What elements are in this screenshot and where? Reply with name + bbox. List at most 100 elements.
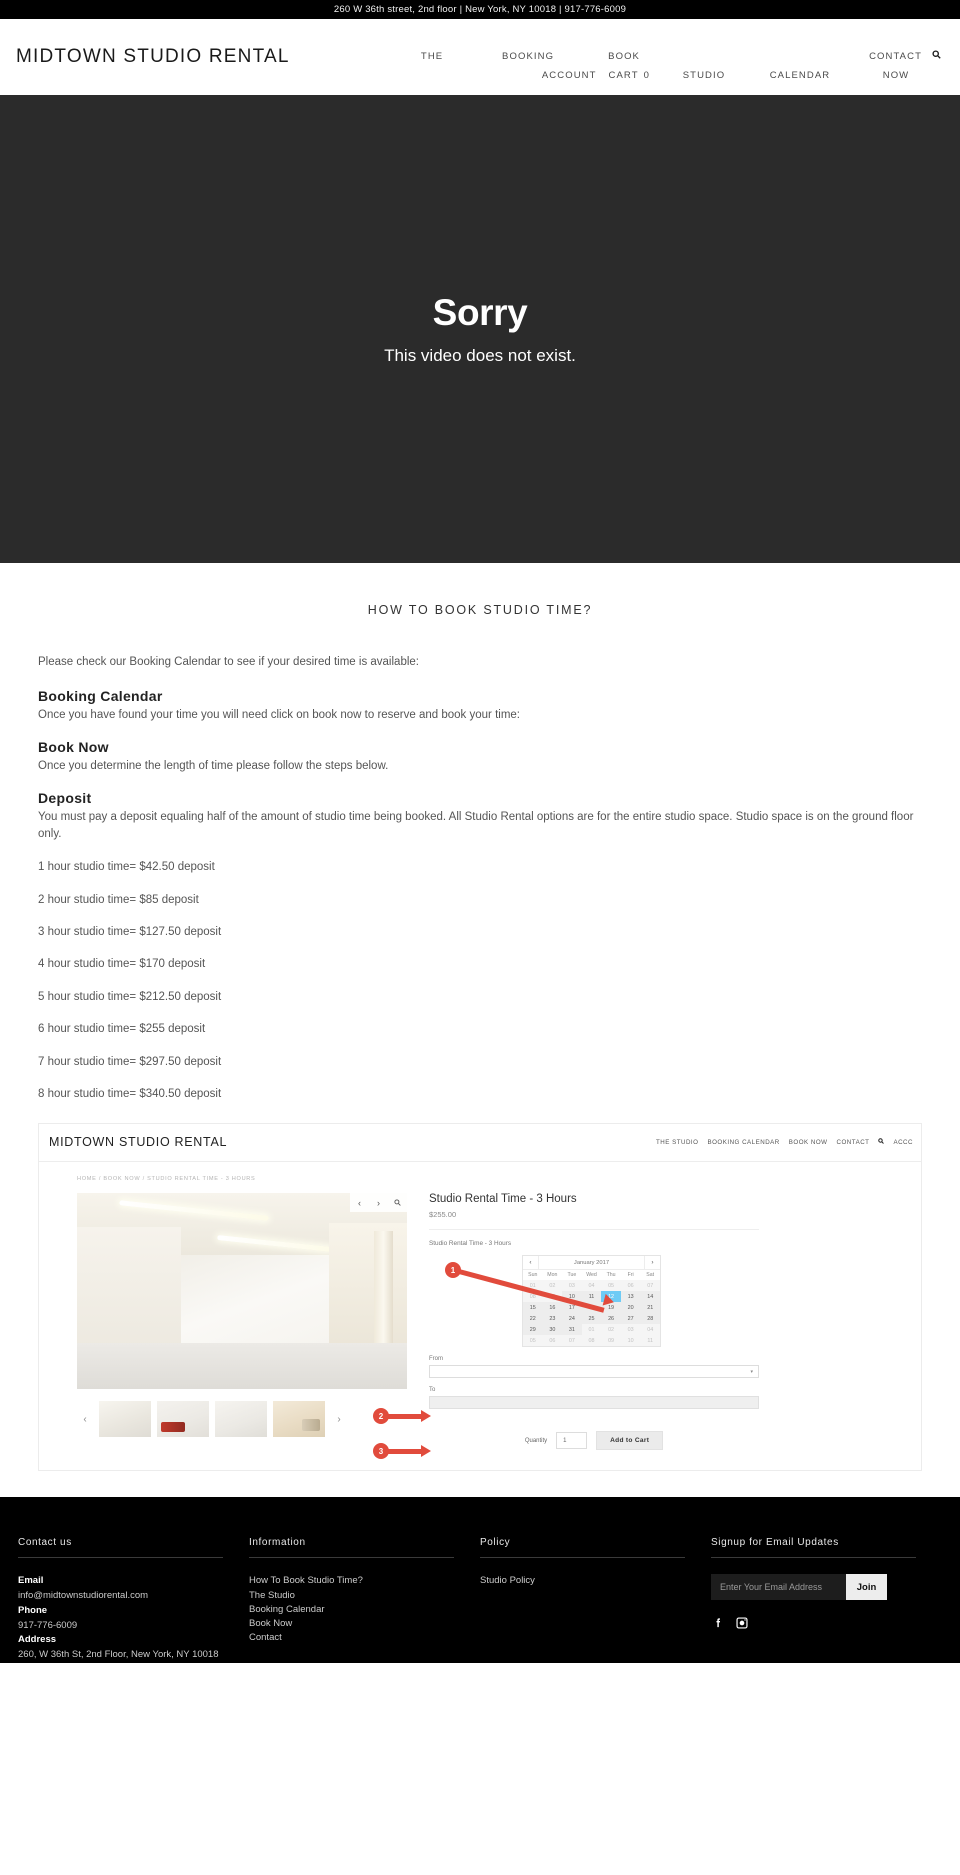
calendar-day: 03: [562, 1280, 582, 1292]
calendar-day-headers: Sun Mon Tue Wed Thu Fri Sat: [523, 1270, 660, 1281]
gallery-controls: ‹ ›: [350, 1193, 407, 1213]
deposit-item: 7 hour studio time= $297.50 deposit: [38, 1055, 222, 1068]
tutorial-nav-account: ACCC: [893, 1138, 913, 1146]
from-date-select: ▾: [429, 1365, 759, 1379]
footer-heading-signup: Signup for Email Updates: [711, 1537, 916, 1559]
footer-address-label: Address: [18, 1634, 57, 1646]
footer-heading-information: Information: [249, 1537, 454, 1559]
chevron-left-icon: ‹: [523, 1256, 539, 1270]
section-text-book-now: Once you determine the length of time pl…: [38, 759, 389, 772]
nav-item-booking-calendar-line1[interactable]: BOOKING: [480, 47, 576, 66]
nav-item-account[interactable]: ACCOUNT: [536, 66, 603, 85]
footer-link-booking-calendar[interactable]: Booking Calendar: [249, 1603, 454, 1617]
cart-label: CART: [608, 70, 639, 81]
facebook-icon[interactable]: [711, 1616, 725, 1630]
deposit-item: 5 hour studio time= $212.50 deposit: [38, 990, 222, 1003]
breadcrumb: HOME / BOOK NOW / STUDIO RENTAL TIME - 3…: [77, 1176, 256, 1183]
nav-item-book-now-line1[interactable]: BOOK: [576, 47, 672, 66]
calendar-day: 09: [601, 1335, 621, 1347]
footer-email-value[interactable]: info@midtownstudiorental.com: [18, 1589, 223, 1604]
tutorial-nav-book-now: BOOK NOW: [788, 1138, 828, 1146]
deposit-item: 1 hour studio time= $42.50 deposit: [38, 861, 215, 874]
footer-link-how-to-book[interactable]: How To Book Studio Time?: [249, 1574, 454, 1588]
calendar-day: 02: [601, 1324, 621, 1336]
calendar-day: 11: [588, 1293, 595, 1300]
thumbnail-item: [273, 1401, 325, 1438]
nav-item-the-studio-line2[interactable]: STUDIO: [656, 66, 752, 85]
step-arrow-line-2: [387, 1414, 423, 1420]
calendar-day: 27: [627, 1315, 634, 1322]
footer-link-contact[interactable]: Contact: [249, 1631, 454, 1645]
calendar-day: 06: [620, 1280, 641, 1292]
deposit-item: 3 hour studio time= $127.50 deposit: [38, 926, 222, 938]
video-error-message: This video does not exist.: [384, 346, 576, 366]
calendar-day: 13: [627, 1293, 634, 1300]
product-gallery-column: ‹ › ‹ ›: [77, 1193, 407, 1450]
thumbnail-item: [215, 1401, 267, 1438]
join-button[interactable]: Join: [846, 1574, 887, 1601]
magnifier-icon: [388, 1193, 407, 1212]
step-arrow-head-2: [421, 1410, 431, 1423]
footer-link-book-now[interactable]: Book Now: [249, 1617, 454, 1631]
deposit-item: 6 hour studio time= $255 deposit: [38, 1023, 206, 1036]
product-title: Studio Rental Time - 3 Hours: [429, 1193, 577, 1206]
footer-email-label: Email: [18, 1575, 44, 1587]
to-field-label: To: [429, 1387, 436, 1394]
footer-column-signup: Signup for Email Updates Enter Your Emai…: [711, 1537, 942, 1662]
deposit-item: 2 hour studio time= $85 deposit: [38, 893, 199, 906]
calendar-day: 07: [562, 1335, 582, 1347]
site-logo[interactable]: MIDTOWN STUDIO RENTAL: [16, 46, 290, 68]
tutorial-body: HOME / BOOK NOW / STUDIO RENTAL TIME - 3…: [39, 1162, 921, 1470]
nav-item-contact[interactable]: CONTACT: [863, 47, 928, 66]
instagram-icon[interactable]: [735, 1616, 749, 1630]
nav-item-cart[interactable]: CART 0: [603, 66, 656, 85]
email-input[interactable]: Enter Your Email Address: [711, 1574, 846, 1601]
calendar-grid: 0102030405060708091011121314151617181920…: [523, 1280, 660, 1347]
nav-item-book-now-line2[interactable]: NOW: [848, 66, 944, 85]
calendar-day: 04: [581, 1280, 602, 1292]
add-to-cart-button: Add to Cart: [596, 1431, 664, 1451]
nav-item-booking-calendar-line2[interactable]: CALENDAR: [752, 66, 848, 85]
calendar-day: 08: [581, 1335, 602, 1347]
tutorial-nav-the-studio: THE STUDIO: [655, 1138, 699, 1146]
page-title: HOW TO BOOK STUDIO TIME?: [367, 603, 593, 617]
footer-phone-label: Phone: [18, 1604, 48, 1616]
calendar-dow: Wed: [586, 1272, 597, 1279]
thumbnail-strip: ‹ ›: [77, 1401, 407, 1438]
section-heading-booking-calendar: Booking Calendar: [38, 687, 163, 704]
search-icon[interactable]: [928, 47, 944, 66]
calendar-day: 31: [568, 1326, 575, 1333]
tutorial-header: MIDTOWN STUDIO RENTAL THE STUDIO BOOKING…: [39, 1124, 921, 1163]
calendar-day: 05: [601, 1280, 621, 1292]
social-links: [711, 1616, 916, 1630]
calendar-day: 24: [568, 1315, 575, 1322]
footer-column-contact: Contact us Email info@midtownstudiorenta…: [18, 1537, 249, 1662]
video-error-heading: Sorry: [432, 291, 528, 333]
calendar-dow: Sat: [646, 1272, 655, 1279]
calendar-day: 23: [549, 1315, 556, 1322]
site-header: MIDTOWN STUDIO RENTAL THE BOOKING BOOK C…: [0, 19, 960, 95]
footer-address-value: 260, W 36th St, 2nd Floor, New York, NY …: [18, 1648, 219, 1660]
footer-phone-value[interactable]: 917-776-6009: [18, 1619, 223, 1634]
thumbnail-item: [99, 1401, 151, 1438]
chevron-right-icon: ›: [377, 1197, 380, 1208]
tutorial-logo: MIDTOWN STUDIO RENTAL: [49, 1135, 228, 1150]
image-floor: [77, 1343, 407, 1390]
calendar-day: 29: [529, 1326, 536, 1333]
calendar-day: 10: [620, 1335, 641, 1347]
nav-item-the-studio-line1[interactable]: THE: [384, 47, 480, 66]
product-info-column: Studio Rental Time - 3 Hours $255.00 Stu…: [429, 1193, 759, 1451]
chevron-left-icon: ‹: [358, 1197, 361, 1208]
to-date-select: [429, 1396, 759, 1410]
calendar-day: 30: [549, 1326, 556, 1333]
thumbnail-item: [157, 1401, 209, 1438]
footer-link-the-studio[interactable]: The Studio: [249, 1589, 454, 1603]
intro-paragraph: Please check our Booking Calendar to see…: [38, 656, 419, 668]
footer-link-studio-policy[interactable]: Studio Policy: [480, 1574, 685, 1588]
step-arrow-line-3: [387, 1449, 423, 1455]
deposit-price-list: 1 hour studio time= $42.50 deposit 2 hou…: [38, 858, 922, 1103]
calendar-dow: Mon: [547, 1272, 558, 1279]
calendar-day: 01: [581, 1324, 602, 1336]
section-heading-deposit: Deposit: [38, 789, 92, 806]
calendar-day: 14: [647, 1293, 654, 1300]
